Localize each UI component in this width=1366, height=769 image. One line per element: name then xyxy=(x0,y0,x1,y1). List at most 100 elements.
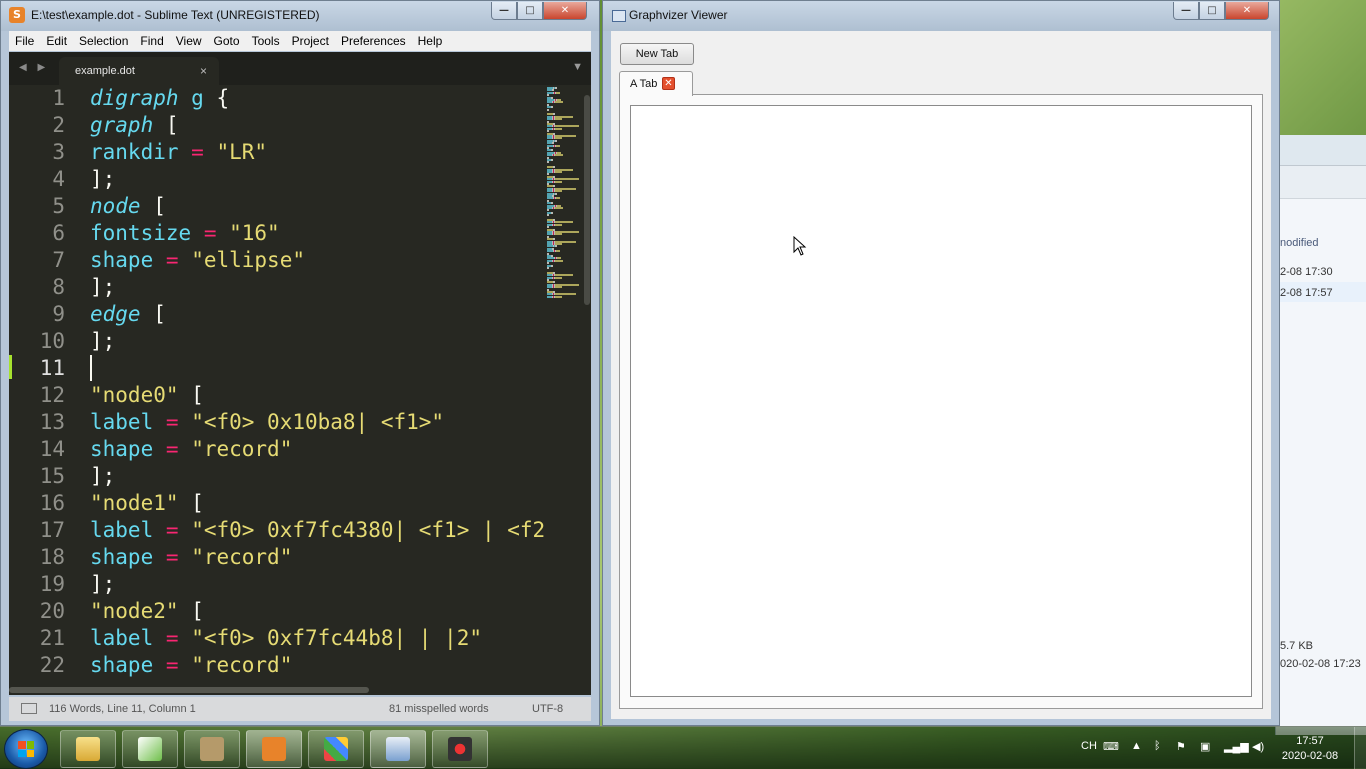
graphvizer-titlebar[interactable]: Graphvizer Viewer — □ ✕ xyxy=(603,1,1279,31)
code-line[interactable]: 21 label = "<f0> 0xf7fc44b8| | |2" xyxy=(9,625,543,652)
new-tab-button[interactable]: New Tab xyxy=(620,43,694,65)
graphvizer-window: Graphvizer Viewer — □ ✕ New Tab A Tab ✕ xyxy=(602,0,1280,726)
explorer-row[interactable]: 2-08 17:30 xyxy=(1280,266,1333,278)
tab-close-icon[interactable]: × xyxy=(200,64,207,78)
minimap-stroke xyxy=(551,264,553,267)
sublime-titlebar[interactable]: S E:\test\example.dot - Sublime Text (UN… xyxy=(1,1,599,31)
code-line[interactable]: 15]; xyxy=(9,463,543,490)
code-line[interactable]: 16 "node1" [ xyxy=(9,490,543,517)
language-indicator[interactable]: CH xyxy=(1081,740,1097,752)
network-status-icon[interactable]: ⚑ xyxy=(1176,740,1186,753)
close-button[interactable]: ✕ xyxy=(1225,2,1269,20)
code-token: g xyxy=(191,86,204,110)
menu-project[interactable]: Project xyxy=(286,34,335,48)
taskbar-viewer[interactable] xyxy=(370,730,426,768)
taskbar-app-tiles[interactable] xyxy=(308,730,364,768)
explorer-column-header[interactable]: nodified xyxy=(1280,237,1319,249)
close-button[interactable]: ✕ xyxy=(543,2,587,20)
keyboard-icon[interactable]: ⌨ xyxy=(1103,740,1119,753)
menu-view[interactable]: View xyxy=(170,34,208,48)
panel-toggle-icon[interactable] xyxy=(21,703,37,714)
vertical-scroll-thumb[interactable] xyxy=(584,95,590,305)
minimap-stroke xyxy=(555,223,562,226)
code-line[interactable]: 4]; xyxy=(9,166,543,193)
code-line[interactable]: 22 shape = "record" xyxy=(9,652,543,679)
minimap-stroke xyxy=(556,144,560,147)
tab-nav-arrows-icon[interactable]: ◀ ▶ xyxy=(19,62,49,73)
code-line[interactable]: 7 shape = "ellipse" xyxy=(9,247,543,274)
menu-edit[interactable]: Edit xyxy=(40,34,73,48)
minimize-button[interactable]: — xyxy=(1173,2,1199,20)
window-app-icon xyxy=(612,10,626,22)
code-line[interactable]: 19]; xyxy=(9,571,543,598)
sublime-menubar: File Edit Selection Find View Goto Tools… xyxy=(9,31,591,51)
horizontal-scroll-thumb[interactable] xyxy=(9,687,369,693)
code-line[interactable]: 9 edge [ xyxy=(9,301,543,328)
menu-find[interactable]: Find xyxy=(134,34,169,48)
minimap-stroke xyxy=(555,295,562,298)
tab-example-dot[interactable]: example.dot × xyxy=(59,57,219,85)
code-line[interactable]: 2 graph [ xyxy=(9,112,543,139)
code-token: = xyxy=(165,653,179,677)
vertical-scrollbar[interactable] xyxy=(583,85,591,685)
code-line[interactable]: 17 label = "<f0> 0xf7fc4380| <f1> | <f2 xyxy=(9,517,546,544)
maximize-button[interactable]: □ xyxy=(517,2,543,20)
minimize-button[interactable]: — xyxy=(491,2,517,20)
taskbar-graphviz-editor[interactable] xyxy=(122,730,178,768)
taskbar-clock[interactable]: 17:57 2020-02-08 xyxy=(1278,734,1342,764)
taskbar-file-explorer[interactable] xyxy=(60,730,116,768)
taskbar-sublime-text[interactable] xyxy=(246,730,302,768)
start-button[interactable] xyxy=(4,729,48,769)
bluetooth-icon[interactable]: ᛒ xyxy=(1154,740,1161,752)
code-line[interactable]: 20 "node2" [ xyxy=(9,598,543,625)
signal-icon[interactable]: ▂▄▆ xyxy=(1224,740,1249,753)
horizontal-scrollbar[interactable] xyxy=(9,685,591,695)
code-line[interactable]: 14 shape = "record" xyxy=(9,436,543,463)
status-cursor-position: 116 Words, Line 11, Column 1 xyxy=(49,703,196,715)
sublime-window-title: E:\test\example.dot - Sublime Text (UNRE… xyxy=(31,8,320,22)
maximize-button[interactable]: □ xyxy=(1199,2,1225,20)
code-token: = xyxy=(165,248,179,272)
volume-icon[interactable]: ◀) xyxy=(1252,740,1264,753)
tab-a-tab[interactable]: A Tab ✕ xyxy=(619,71,693,96)
graph-canvas[interactable] xyxy=(630,105,1252,697)
tab-dropdown-icon[interactable]: ▼ xyxy=(572,61,583,73)
tab-label: A Tab xyxy=(630,78,658,90)
code-token: ]; xyxy=(90,167,116,191)
code-line[interactable]: 12 "node0" [ xyxy=(9,382,543,409)
show-desktop-button[interactable] xyxy=(1354,727,1366,769)
code-line[interactable]: 1 digraph g { xyxy=(9,85,543,112)
menu-selection[interactable]: Selection xyxy=(73,34,134,48)
code-token: shape xyxy=(90,653,154,677)
code-line[interactable]: 13 label = "<f0> 0x10ba8| <f1>" xyxy=(9,409,543,436)
minimap[interactable] xyxy=(545,85,583,685)
code-token: "<f0> 0xf7fc4380| <f1> | <f2 xyxy=(191,518,546,542)
menu-file[interactable]: File xyxy=(9,34,40,48)
code-token: digraph xyxy=(90,86,179,110)
code-line[interactable]: 6 fontsize = "16" xyxy=(9,220,543,247)
code-editor[interactable]: 1 digraph g {2 graph [3 rankdir = "LR" 4]; 5 n… xyxy=(9,85,591,685)
taskbar-tool[interactable] xyxy=(184,730,240,768)
code-line[interactable]: 8]; xyxy=(9,274,543,301)
show-hidden-icons-icon[interactable]: ▲ xyxy=(1131,740,1142,752)
code-line[interactable]: 5 node [ xyxy=(9,193,543,220)
menu-goto[interactable]: Goto xyxy=(208,34,246,48)
tiles-icon xyxy=(324,737,348,761)
status-encoding[interactable]: UTF-8 xyxy=(532,703,563,715)
menu-preferences[interactable]: Preferences xyxy=(335,34,412,48)
explorer-row[interactable]: 2-08 17:57 xyxy=(1280,287,1333,299)
menu-help[interactable]: Help xyxy=(412,34,449,48)
device-icon[interactable]: ▣ xyxy=(1200,740,1210,753)
tab-panel xyxy=(619,94,1263,709)
code-line[interactable]: 10]; xyxy=(9,328,543,355)
menu-tools[interactable]: Tools xyxy=(246,34,286,48)
tab-close-icon[interactable]: ✕ xyxy=(662,77,675,90)
code-line[interactable]: 3 rankdir = "LR" xyxy=(9,139,543,166)
code-line[interactable]: 18 shape = "record" xyxy=(9,544,543,571)
taskbar-media-recorder[interactable] xyxy=(432,730,488,768)
minimap-stroke xyxy=(547,108,549,111)
